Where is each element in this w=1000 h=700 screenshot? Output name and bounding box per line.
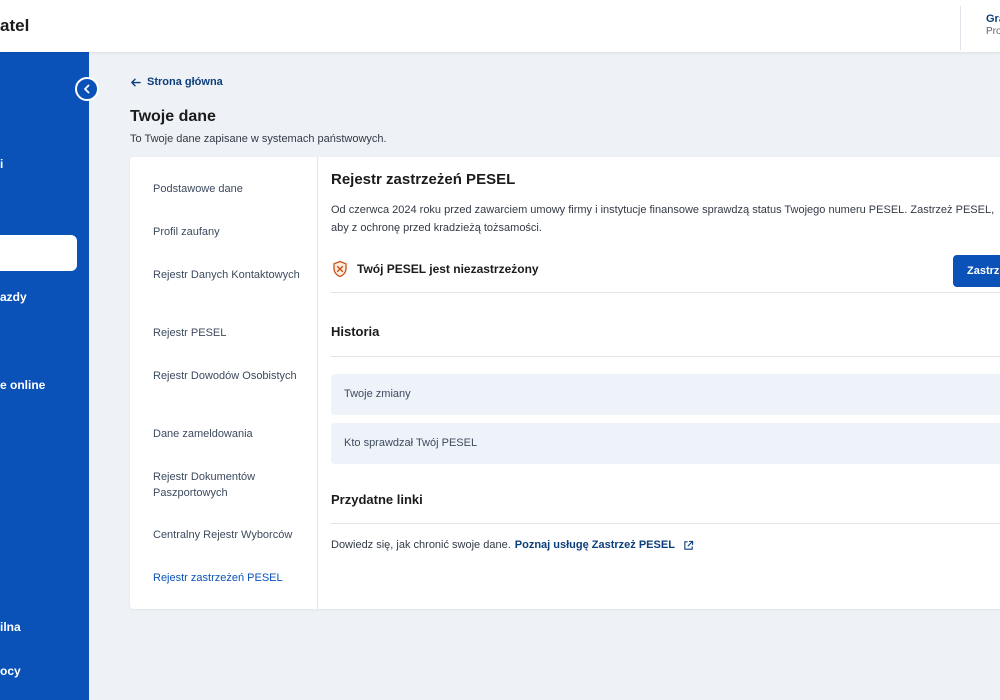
accordion-kto-sprawdzal[interactable]: Kto sprawdzał Twój PESEL bbox=[331, 423, 1000, 464]
links-row: Dowiedz się, jak chronić swoje dane. Poz… bbox=[331, 539, 694, 551]
zastrzez-pesel-button[interactable]: Zastrz bbox=[953, 255, 1000, 287]
pesel-status: Twój PESEL jest niezastrzeżony bbox=[331, 260, 539, 278]
status-text: Twój PESEL jest niezastrzeżony bbox=[357, 262, 539, 276]
sidebar-item-active[interactable] bbox=[0, 235, 77, 271]
nav-item-rejestr-pesel[interactable]: Rejestr PESEL bbox=[153, 325, 303, 341]
links-title: Przydatne linki bbox=[331, 492, 423, 507]
chevron-left-icon bbox=[84, 84, 90, 94]
divider bbox=[331, 292, 1000, 293]
sidebar-item-6[interactable]: ilna bbox=[0, 620, 21, 634]
back-link-label: Strona główna bbox=[147, 76, 223, 88]
divider bbox=[331, 356, 1000, 357]
nav-item-rejestr-dokumentow-paszportowych[interactable]: Rejestr Dokumentów Paszportowych bbox=[153, 469, 303, 501]
section-description: Od czerwca 2024 roku przed zawarciem umo… bbox=[331, 204, 995, 234]
nav-item-rejestr-dowodow-osobistych[interactable]: Rejestr Dowodów Osobistych bbox=[153, 368, 303, 384]
page-subtitle: To Twoje dane zapisane w systemach państ… bbox=[130, 133, 387, 145]
zastrzez-pesel-link[interactable]: Poznaj usługę Zastrzeż PESEL bbox=[515, 539, 675, 551]
top-bar: atel Gra Pro bbox=[0, 0, 1000, 52]
sidebar: i azdy e online ilna ocy bbox=[0, 52, 89, 700]
main-card: Podstawowe dane Profil zaufany Rejestr D… bbox=[130, 157, 1000, 609]
section-title: Rejestr zastrzeżeń PESEL bbox=[331, 171, 516, 188]
nav-item-dane-zameldowania[interactable]: Dane zameldowania bbox=[153, 426, 303, 442]
back-link[interactable]: Strona główna bbox=[130, 76, 223, 88]
accordion-twoje-zmiany[interactable]: Twoje zmiany bbox=[331, 374, 1000, 415]
user-role: Pro bbox=[986, 26, 1000, 37]
arrow-left-icon bbox=[131, 78, 141, 86]
nav-item-rejestr-danych-kontaktowych[interactable]: Rejestr Danych Kontaktowych bbox=[153, 267, 303, 283]
sidebar-item-5[interactable]: e online bbox=[0, 378, 45, 392]
sidebar-item-2[interactable]: i bbox=[0, 157, 3, 171]
sidebar-collapse-button[interactable] bbox=[75, 77, 99, 101]
nav-item-rejestr-zastrzezen-pesel[interactable]: Rejestr zastrzeżeń PESEL bbox=[153, 570, 303, 586]
page-title: Twoje dane bbox=[130, 108, 216, 125]
user-name[interactable]: Gra bbox=[986, 13, 1000, 25]
nav-item-podstawowe-dane[interactable]: Podstawowe dane bbox=[153, 181, 303, 197]
section-nav: Podstawowe dane Profil zaufany Rejestr D… bbox=[130, 157, 318, 609]
shield-x-icon bbox=[333, 260, 347, 278]
sidebar-item-4[interactable]: azdy bbox=[0, 290, 27, 304]
links-text: Dowiedz się, jak chronić swoje dane. bbox=[331, 539, 511, 551]
divider bbox=[331, 523, 1000, 524]
nav-item-centralny-rejestr-wyborcow[interactable]: Centralny Rejestr Wyborców bbox=[153, 527, 303, 543]
external-link-icon[interactable] bbox=[683, 540, 694, 551]
top-divider bbox=[960, 6, 961, 50]
nav-item-profil-zaufany[interactable]: Profil zaufany bbox=[153, 224, 303, 240]
sidebar-item-7[interactable]: ocy bbox=[0, 664, 21, 678]
history-title: Historia bbox=[331, 324, 380, 339]
brand-name[interactable]: atel bbox=[0, 16, 29, 36]
